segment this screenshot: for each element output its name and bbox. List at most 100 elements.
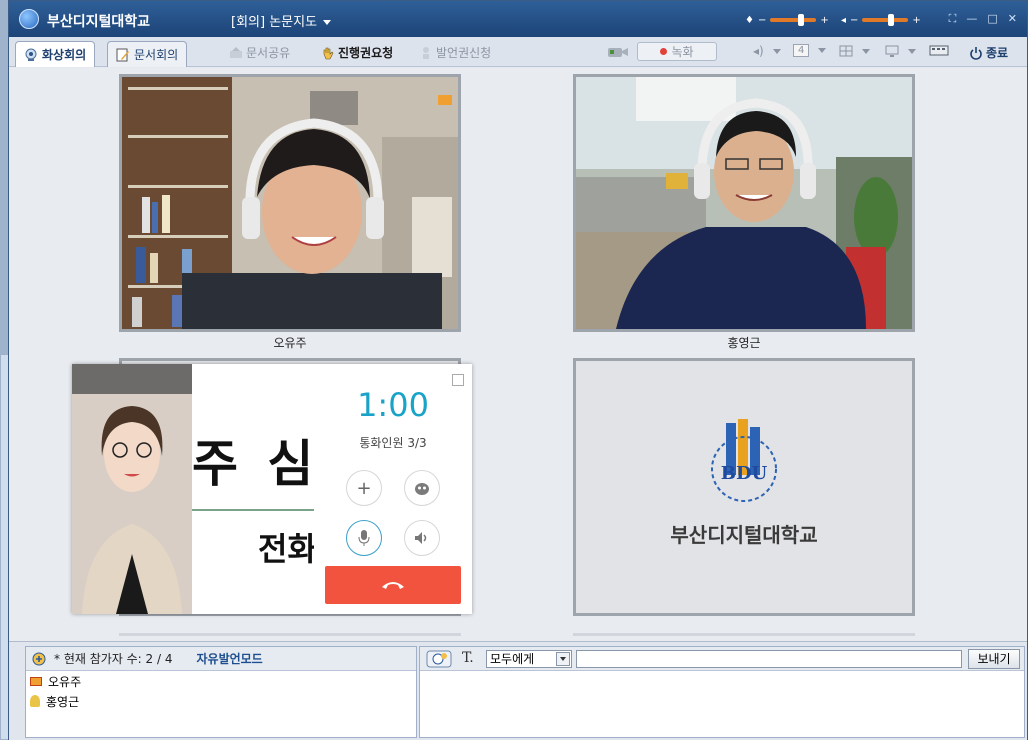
banner-text: 주 심 <box>192 435 314 493</box>
tab-label: 화상회의 <box>42 48 87 62</box>
participant-video <box>122 77 458 329</box>
university-logo-icon: BDU <box>711 419 777 502</box>
add-participant-button[interactable]: + <box>346 470 382 506</box>
screen-dropdown[interactable] <box>885 44 916 58</box>
emoticon-icon[interactable] <box>426 650 452 668</box>
participant-list: * 현재 참가자 수: 2 / 4 자유발언모드 오유주 홍영근 <box>25 646 417 738</box>
button-label: 문서공유 <box>246 46 291 60</box>
minimize-icon[interactable]: — <box>966 12 977 26</box>
mute-button[interactable] <box>346 520 382 556</box>
layout-grid-dropdown[interactable] <box>839 44 870 58</box>
speaker-button[interactable] <box>404 520 440 556</box>
slider-knob[interactable] <box>888 14 895 26</box>
fullscreen-icon[interactable]: ⛶ <box>949 12 957 26</box>
participant-item-name: 오유주 <box>48 674 82 689</box>
speaker-person-icon <box>423 46 429 59</box>
speaker-icon <box>415 532 427 544</box>
voice-filter-icon <box>415 483 429 495</box>
mic-volume-slider[interactable] <box>770 14 817 26</box>
chevron-down-icon <box>908 48 916 54</box>
hang-up-button[interactable] <box>325 566 461 604</box>
button-label: 발언권신청 <box>436 46 492 60</box>
call-control-panel: 1:00 통화인원 3/3 + <box>314 364 472 614</box>
user-icon <box>30 695 40 707</box>
speaker-icon: ◂ <box>841 14 847 26</box>
button-label: 녹화 <box>671 45 694 59</box>
chat-message-input[interactable] <box>576 650 962 668</box>
font-icon[interactable]: T. <box>462 650 474 666</box>
speaker-volume-slider[interactable] <box>862 14 909 26</box>
popout-icon[interactable] <box>452 374 464 386</box>
webcam-icon <box>25 48 37 61</box>
meeting-title: [회의] 논문지도 <box>231 15 318 30</box>
add-participant-icon[interactable] <box>32 652 46 666</box>
layout-count-dropdown[interactable]: 4 <box>793 44 827 57</box>
plus-icon: + <box>356 477 372 499</box>
participant-item-name: 홍영근 <box>46 694 80 709</box>
doc-share-button[interactable]: 문서공유 <box>229 44 290 61</box>
logo-mark-text: BDU <box>721 463 768 484</box>
hang-up-icon <box>382 582 404 589</box>
layout-count: 4 <box>793 44 810 57</box>
app-logo-icon <box>19 9 39 29</box>
tab-video-meeting[interactable]: 화상회의 <box>15 41 96 67</box>
video-tile-1[interactable] <box>119 74 461 332</box>
record-icon <box>660 48 668 55</box>
tab-label: 문서회의 <box>134 48 179 62</box>
hand-icon <box>323 47 334 59</box>
bottom-panel: * 현재 참가자 수: 2 / 4 자유발언모드 오유주 홍영근 T. 모두에게… <box>9 641 1027 740</box>
slider-knob[interactable] <box>798 14 805 26</box>
caller-portrait <box>72 364 192 614</box>
exit-button[interactable]: 종료 <box>969 44 1008 61</box>
meeting-title-dropdown[interactable]: [회의] 논문지도 <box>231 11 332 30</box>
chevron-down-icon <box>323 20 332 25</box>
participant-name: 오유주 <box>273 336 307 350</box>
chat-toolbar: T. 모두에게 보내기 <box>420 647 1024 671</box>
caller-photo <box>72 364 192 614</box>
call-timer: 1:00 <box>357 386 429 424</box>
banner-image: 주 심 전화 <box>192 364 314 614</box>
button-label: 진행권요청 <box>338 46 394 60</box>
camera-toggle[interactable] <box>607 46 629 58</box>
voice-filter-button[interactable] <box>404 470 440 506</box>
banner-divider <box>192 509 314 511</box>
participant-name: 홍영근 <box>727 336 761 350</box>
video-tile-2[interactable] <box>573 74 915 332</box>
call-participant-count: 통화인원 3/3 <box>359 436 427 450</box>
participant-count: * 현재 참가자 수: 2 / 4 <box>54 652 173 666</box>
speaking-mode: 자유발언모드 <box>196 652 263 666</box>
title-bar: 부산디지털대학교 [회의] 논문지도 ♦ − + ◂ − + ⛶ — □ ✕ <box>9 1 1027 37</box>
divider <box>573 633 915 636</box>
audio-mode-dropdown[interactable]: ◂) <box>753 44 781 58</box>
chevron-down-icon <box>772 48 781 54</box>
maximize-icon[interactable]: □ <box>987 12 997 26</box>
toolbar: 화상회의 문서회의 문서공유 진행권요청 발언권신청 녹화 ◂) 4 종료 <box>9 37 1027 67</box>
speak-request-button[interactable]: 발언권신청 <box>419 44 491 61</box>
video-tile-4[interactable]: BDU 부산디지털대학교 <box>573 358 915 616</box>
microphone-icon <box>358 530 370 546</box>
chevron-down-icon <box>818 48 827 53</box>
recipient-select[interactable]: 모두에게 <box>486 650 572 668</box>
participant-video <box>576 77 912 329</box>
settings-button[interactable] <box>929 44 949 56</box>
power-icon <box>970 46 982 60</box>
share-icon <box>230 46 242 58</box>
chat-panel: T. 모두에게 보내기 <box>419 646 1025 738</box>
divider <box>119 633 461 636</box>
speaker-icon: ◂) <box>753 44 764 58</box>
send-button[interactable]: 보내기 <box>968 649 1020 669</box>
chevron-down-icon[interactable] <box>556 652 570 666</box>
record-button[interactable]: 녹화 <box>637 42 717 61</box>
keyboard-icon <box>929 45 949 56</box>
recipient-value: 모두에게 <box>490 652 535 666</box>
camera-icon <box>608 48 628 57</box>
list-item[interactable]: 오유주 <box>26 671 416 691</box>
speaker-volume[interactable]: ◂ − + <box>841 13 921 27</box>
university-name: 부산디지털대학교 <box>670 523 818 547</box>
monitor-icon <box>885 45 899 57</box>
list-item[interactable]: 홍영근 <box>26 691 416 711</box>
mic-volume[interactable]: ♦ − + <box>745 13 829 27</box>
tab-document-meeting[interactable]: 문서회의 <box>107 41 188 67</box>
close-icon[interactable]: ✕ <box>1008 12 1017 26</box>
progress-request-button[interactable]: 진행권요청 <box>321 44 393 61</box>
